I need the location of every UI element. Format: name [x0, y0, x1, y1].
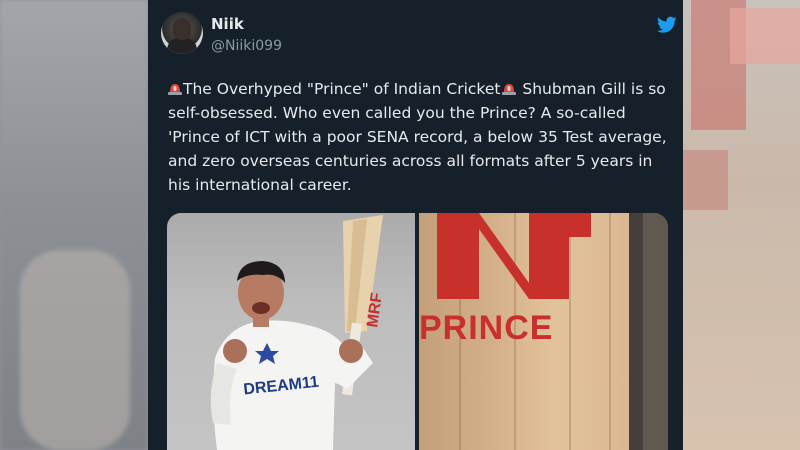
tweet-media[interactable]: MRF DREAM11 PRINCE [167, 213, 668, 450]
user-handle[interactable]: @Niiki099 [211, 38, 282, 54]
display-name[interactable]: Niik [211, 15, 244, 33]
video-background-left [0, 0, 148, 450]
siren-emoji-icon [502, 84, 517, 95]
tweet-text-intro: The Overhyped "Prince" of Indian Cricket [183, 80, 501, 98]
tweet-card[interactable]: Niik @Niiki099 The Overhyped "Prince" of… [148, 0, 683, 450]
avatar[interactable] [161, 12, 203, 54]
bat-closeup-photo[interactable]: PRINCE [419, 213, 668, 450]
tweet-text: The Overhyped "Prince" of Indian Cricket… [168, 77, 668, 197]
player-illustration: MRF DREAM11 [210, 215, 386, 450]
prince-label: PRINCE [419, 309, 554, 347]
bat-brand: MRF [364, 292, 386, 329]
siren-emoji-icon [168, 84, 182, 95]
video-background-right [683, 0, 800, 450]
player-photo[interactable]: MRF DREAM11 [167, 213, 415, 450]
twitter-bird-icon[interactable] [657, 16, 677, 34]
